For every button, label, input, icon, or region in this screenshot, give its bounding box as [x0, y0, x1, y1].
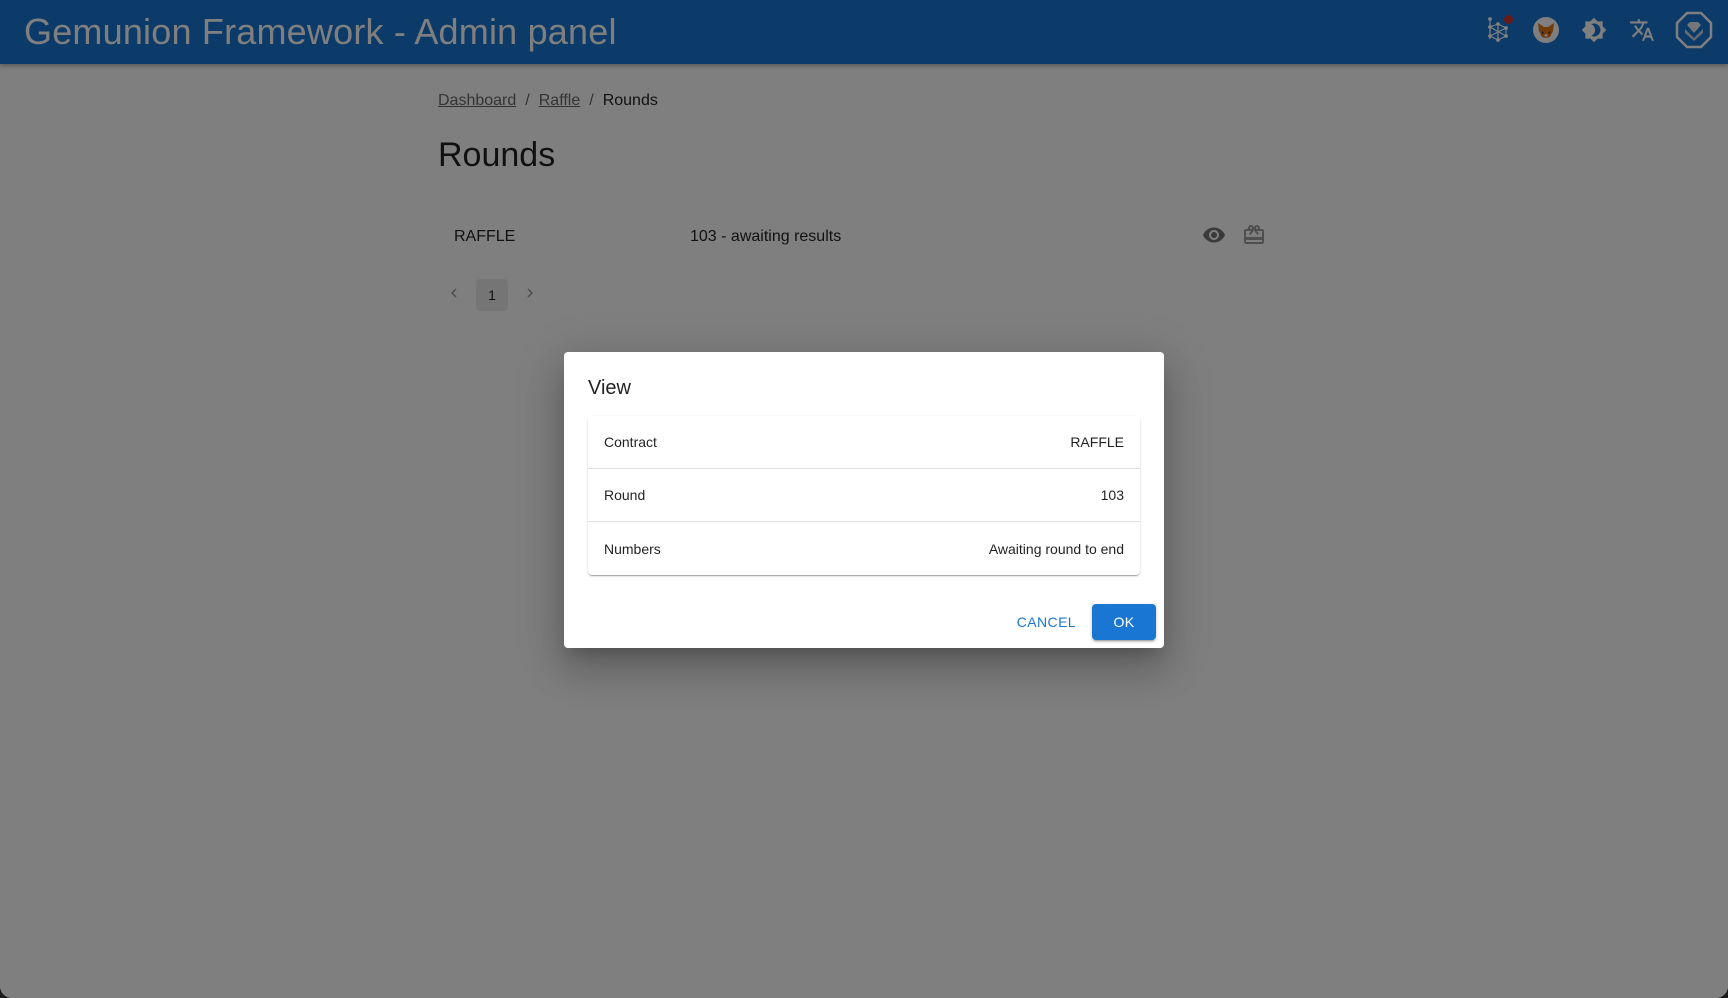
detail-value: RAFFLE — [1070, 434, 1124, 450]
cancel-button[interactable]: CANCEL — [1009, 604, 1084, 640]
view-dialog: View Contract RAFFLE Round 103 Numbers A… — [564, 352, 1164, 648]
detail-row-numbers: Numbers Awaiting round to end — [588, 522, 1140, 575]
app-window: Gemunion Framework - Admin panel — [0, 0, 1728, 998]
detail-row-round: Round 103 — [588, 469, 1140, 522]
detail-row-contract: Contract RAFFLE — [588, 416, 1140, 469]
detail-label: Numbers — [604, 540, 661, 557]
details-table: Contract RAFFLE Round 103 Numbers Awaiti… — [588, 416, 1140, 575]
detail-label: Round — [604, 487, 646, 503]
dialog-actions: CANCEL OK — [1009, 604, 1156, 640]
detail-label: Contract — [604, 434, 657, 450]
detail-value: 103 — [1100, 487, 1124, 503]
detail-value: Awaiting round to end — [988, 540, 1124, 557]
dialog-title: View — [588, 377, 631, 399]
ok-button[interactable]: OK — [1092, 604, 1156, 640]
